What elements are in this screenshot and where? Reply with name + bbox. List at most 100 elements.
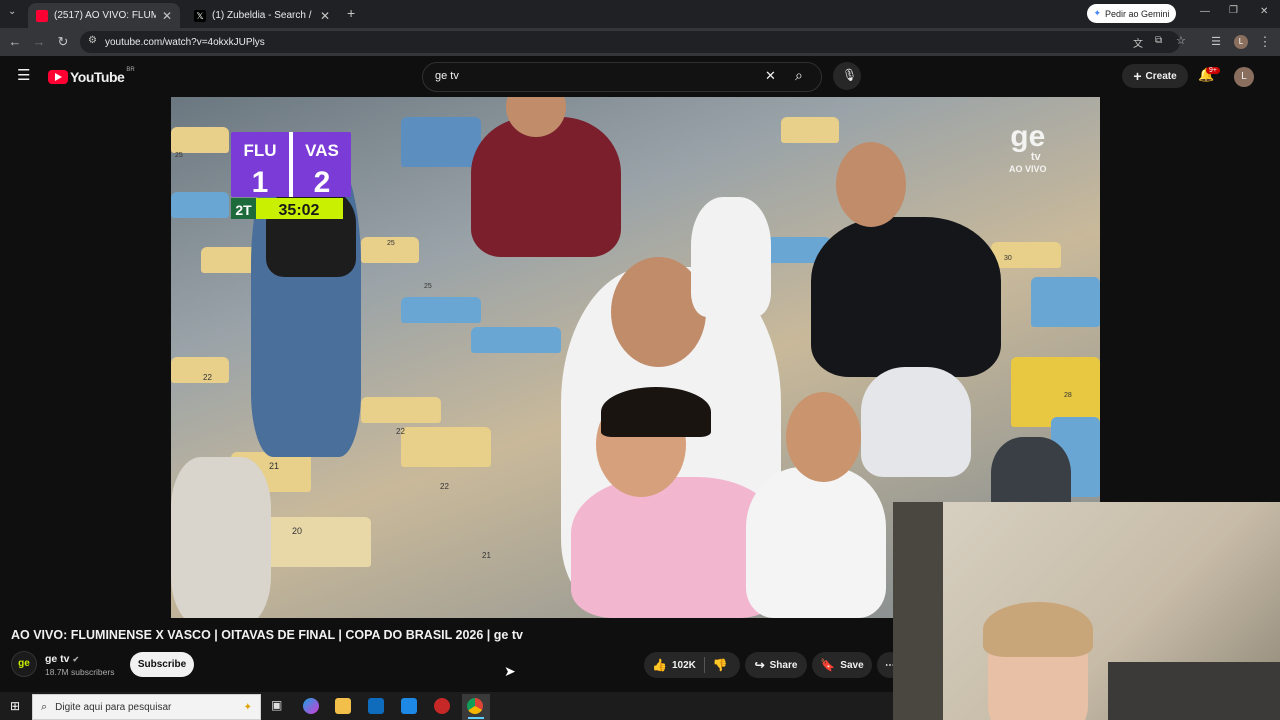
away-score: 2	[314, 166, 331, 199]
mail-icon[interactable]	[401, 698, 417, 714]
seat-number: 25	[387, 240, 395, 247]
search-box[interactable]: ✕ ⌕	[422, 62, 822, 92]
fan-foreground	[171, 457, 271, 618]
profile-avatar[interactable]: L	[1234, 35, 1248, 49]
thumbs-up-icon[interactable]: 👍	[652, 658, 667, 672]
close-tab-icon[interactable]: ✕	[162, 9, 172, 23]
active-app-indicator	[468, 717, 484, 719]
match-clock: 35:02	[279, 202, 320, 219]
file-explorer-icon[interactable]	[335, 698, 351, 714]
youtube-masthead: ☰ YouTube BR ✕ ⌕ 🎙 + Create 🔔 9+ L	[0, 56, 1280, 96]
share-button[interactable]: ↪ Share	[745, 652, 807, 678]
fan-white-shorts	[861, 367, 971, 477]
youtube-play-logo-icon	[48, 70, 68, 84]
gemini-sparkle-icon: ✦	[1093, 8, 1101, 18]
subscribe-button[interactable]: Subscribe	[130, 652, 194, 677]
child-head	[786, 392, 861, 482]
stadium-seat	[401, 427, 491, 467]
browser-menu-icon[interactable]: ⋮	[1256, 28, 1274, 56]
chrome-icon[interactable]	[467, 698, 483, 714]
tab-title: (1) Zubeldia - Search / X	[212, 10, 314, 21]
install-app-icon[interactable]: ⧉	[1155, 35, 1162, 46]
like-dislike-group: 👍 102K 👎	[644, 652, 740, 678]
seat-number: 22	[396, 427, 405, 436]
restore-icon[interactable]: ❐	[1229, 5, 1238, 16]
stadium-seat	[1031, 277, 1100, 327]
fan-white-shirt	[691, 197, 771, 317]
forward-icon[interactable]: →	[30, 28, 48, 56]
watermark-sub: tv	[1030, 151, 1041, 163]
webcam-overlay	[893, 502, 1280, 720]
stadium-seat	[401, 117, 481, 167]
channel-name[interactable]: ge tv ✔	[45, 653, 79, 665]
save-label: Save	[840, 659, 864, 671]
verified-check-icon: ✔	[72, 655, 80, 664]
hamburger-menu-icon[interactable]: ☰	[17, 66, 30, 84]
tab-youtube[interactable]: (2517) AO VIVO: FLUMINENSE X ✕	[28, 3, 180, 28]
broadcaster-watermark: ge tv AO VIVO	[1009, 122, 1047, 174]
copilot-icon[interactable]	[303, 698, 319, 714]
stadium-seat	[781, 117, 839, 143]
clear-search-icon[interactable]: ✕	[765, 68, 776, 84]
fan-hair	[601, 387, 711, 437]
fan-head	[836, 142, 906, 227]
save-button[interactable]: 🔖 Save	[812, 652, 872, 678]
channel-avatar[interactable]: ge	[11, 651, 37, 677]
notification-count-badge: 9+	[1206, 67, 1220, 74]
webcam-background-object	[1108, 662, 1280, 720]
channel-name-text: ge tv	[45, 653, 70, 665]
taskbar-search[interactable]: ⌕ Digite aqui para pesquisar ✦	[32, 694, 261, 720]
browser-tab-strip: ⌄ (2517) AO VIVO: FLUMINENSE X ✕ 𝕏 (1) Z…	[0, 0, 1280, 28]
new-tab-icon[interactable]: +	[347, 5, 355, 21]
reload-icon[interactable]: ↻	[54, 28, 72, 56]
home-score: 1	[252, 166, 269, 199]
search-input[interactable]	[435, 70, 755, 82]
home-team: FLU	[243, 141, 276, 160]
child-vasco-shirt	[746, 467, 886, 618]
stadium-seat	[991, 242, 1061, 268]
reading-list-icon[interactable]: ☰	[1207, 28, 1225, 56]
address-bar[interactable]: ⚙ youtube.com/watch?v=4okxkJUPlys 文 ⧉ ☆	[80, 31, 1186, 53]
minimize-icon[interactable]: —	[1200, 6, 1210, 17]
tab-title: (2517) AO VIVO: FLUMINENSE X	[54, 10, 156, 21]
stadium-seat	[171, 357, 229, 383]
bookmark-icon: 🔖	[820, 658, 836, 672]
seat-number: 20	[292, 526, 303, 536]
period: 2T	[235, 202, 252, 218]
windows-start-icon[interactable]: ⊞	[10, 699, 20, 713]
like-count[interactable]: 102K	[672, 660, 696, 671]
scoreboard-divider	[289, 132, 293, 197]
task-view-icon[interactable]: ▣	[271, 698, 282, 712]
watermark-live: AO VIVO	[1009, 164, 1047, 174]
youtube-logo[interactable]: YouTube BR	[48, 67, 135, 85]
store-icon[interactable]	[368, 698, 384, 714]
tab-search-chevron-icon[interactable]: ⌄	[8, 6, 16, 17]
thumbs-down-icon[interactable]: 👎	[713, 658, 728, 672]
plus-icon: +	[1133, 68, 1142, 84]
taskbar-search-placeholder: Digite aqui para pesquisar	[55, 701, 172, 713]
seat-number: 25	[424, 283, 432, 290]
mouse-cursor-icon: ➤	[504, 663, 516, 679]
stadium-seat	[471, 327, 561, 353]
voice-search-button[interactable]: 🎙	[833, 62, 861, 90]
seat-number: 28	[1064, 392, 1072, 399]
translate-icon[interactable]: 文	[1133, 35, 1143, 50]
site-info-icon[interactable]: ⚙	[88, 35, 97, 46]
close-tab-icon[interactable]: ✕	[320, 9, 330, 23]
subscriber-count: 18.7M subscribers	[45, 667, 115, 677]
seat-number: 21	[482, 551, 491, 560]
back-icon[interactable]: ←	[6, 28, 24, 56]
webcam-door-frame	[893, 502, 943, 720]
bookmark-star-icon[interactable]: ☆	[1176, 34, 1186, 47]
account-avatar[interactable]: L	[1234, 67, 1254, 87]
app-icon[interactable]	[434, 698, 450, 714]
search-icon[interactable]: ⌕	[795, 67, 803, 84]
youtube-wordmark: YouTube	[70, 69, 125, 85]
create-button[interactable]: + Create	[1122, 64, 1188, 88]
divider	[703, 657, 705, 673]
tab-x[interactable]: 𝕏 (1) Zubeldia - Search / X ✕	[186, 3, 338, 28]
stadium-seat	[361, 397, 441, 423]
region-code: BR	[126, 67, 135, 73]
window-close-icon[interactable]: ✕	[1260, 6, 1268, 17]
gemini-button[interactable]: ✦ Pedir ao Gemini	[1087, 4, 1176, 23]
